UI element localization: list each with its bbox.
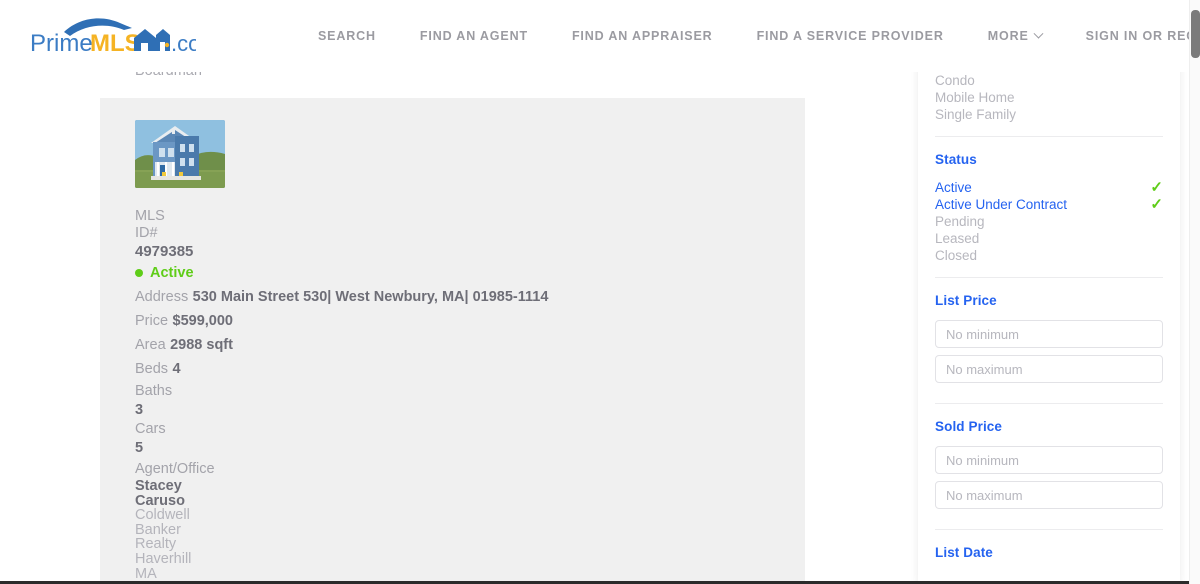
status-label: Active (150, 265, 194, 281)
primemls-logo[interactable]: Prime MLS .com (28, 13, 196, 59)
cars-value: 5 (135, 440, 144, 456)
search-results-column[interactable]: Boardman (100, 72, 805, 584)
nav-item-search[interactable]: SEARCH (296, 23, 398, 49)
main-navigation: SEARCH FIND AN AGENT FIND AN APPRAISER F… (296, 23, 1200, 49)
nav-label: SIGN IN OR REGISTER (1085, 29, 1200, 43)
agent-name-line: Stacey (135, 478, 182, 494)
list-price-heading: List Price (935, 293, 997, 308)
site-header: Prime MLS .com SEARCH FIND AN AGENT FIND… (0, 0, 1200, 72)
mls-id-field: MLS ID# 4979385 (135, 208, 770, 262)
nav-label: SEARCH (318, 29, 376, 43)
vertical-scrollbar-thumb[interactable] (1191, 10, 1200, 58)
area-value: 2988 sqft (170, 337, 233, 353)
mls-label-line-1: MLS (135, 208, 165, 224)
filter-option-single-family[interactable]: Single Family (935, 106, 1163, 123)
filter-option-label: Active (935, 180, 972, 195)
address-field: Address 530 Main Street 530| West Newbur… (135, 287, 770, 307)
listing-thumbnail[interactable] (135, 120, 225, 188)
agent-office-field: Agent/Office Stacey Caruso Coldwell Bank… (135, 460, 770, 581)
nav-label: FIND AN AGENT (419, 29, 528, 43)
sold-price-max-input[interactable] (935, 481, 1163, 509)
svg-text:MLS: MLS (90, 30, 141, 57)
price-label: Price (135, 313, 169, 329)
mls-id-value: 4979385 (135, 243, 194, 260)
list-date-heading: List Date (935, 545, 993, 560)
svg-text:.com: .com (171, 31, 196, 56)
cars-field: Cars 5 (135, 420, 770, 458)
office-name-line: MA (135, 565, 157, 582)
nav-label: FIND AN APPRAISER (571, 29, 713, 43)
filter-option-label: Active Under Contract (935, 197, 1068, 212)
beds-value: 4 (172, 361, 181, 377)
filter-option-label: Single Family (935, 107, 1017, 122)
baths-value: 3 (135, 402, 144, 418)
nav-item-more[interactable]: MORE (966, 23, 1064, 49)
baths-label: Baths (135, 383, 173, 399)
divider (935, 529, 1163, 530)
filter-option-label: Leased (935, 231, 980, 246)
divider (935, 403, 1163, 404)
filter-option-closed[interactable]: Closed (935, 247, 1163, 264)
sold-price-heading: Sold Price (935, 419, 1003, 434)
status-badge: Active (135, 262, 770, 284)
filters-scroll-area[interactable]: Property Type Condo Mobile Home Single F… (935, 56, 1163, 560)
vertical-scrollbar[interactable] (1189, 0, 1200, 584)
nav-item-find-an-agent[interactable]: FIND AN AGENT (398, 23, 550, 49)
chevron-down-icon (1033, 28, 1044, 39)
address-value: 530 Main Street 530| West Newbury, MA| 0… (192, 289, 549, 305)
agent-name-line: Caruso (135, 492, 185, 509)
filter-option-active-under-contract[interactable]: Active Under Contract ✓ (935, 196, 1163, 213)
area-label: Area (135, 337, 166, 353)
divider (935, 277, 1163, 278)
filter-option-leased[interactable]: Leased (935, 230, 1163, 247)
filter-option-condo[interactable]: Condo (935, 72, 1163, 89)
baths-field: Baths 3 (135, 382, 770, 420)
price-field: Price $599,000 (135, 311, 770, 331)
mls-label-line-2: ID# (135, 224, 158, 241)
list-price-min-input[interactable] (935, 320, 1163, 348)
search-filters-panel[interactable]: Property Type Condo Mobile Home Single F… (918, 56, 1180, 584)
office-name-line: Haverhill (135, 550, 192, 567)
nav-label: FIND A SERVICE PROVIDER (756, 29, 944, 43)
beds-label: Beds (135, 361, 169, 377)
filter-option-label: Closed (935, 248, 978, 263)
svg-text:Prime: Prime (30, 30, 93, 57)
check-icon: ✓ (1150, 196, 1163, 213)
status-heading: Status (935, 152, 977, 167)
status-dot-icon (135, 269, 143, 277)
filter-option-active[interactable]: Active ✓ (935, 179, 1163, 196)
cars-label: Cars (135, 421, 166, 437)
list-price-max-input[interactable] (935, 355, 1163, 383)
sold-price-min-input[interactable] (935, 446, 1163, 474)
nav-item-sign-in-or-register[interactable]: SIGN IN OR REGISTER (1064, 23, 1200, 49)
address-label: Address (135, 289, 189, 305)
area-field: Area 2988 sqft (135, 335, 770, 355)
beds-field: Beds 4 (135, 359, 770, 379)
price-value: $599,000 (172, 313, 233, 329)
agent-office-label: Agent/Office (135, 461, 215, 477)
check-icon: ✓ (1150, 179, 1163, 196)
filter-option-label: Mobile Home (935, 90, 1015, 105)
nav-item-find-a-service-provider[interactable]: FIND A SERVICE PROVIDER (735, 23, 966, 49)
filter-option-pending[interactable]: Pending (935, 213, 1163, 230)
office-name-line: Realty (135, 536, 177, 553)
filter-option-label: Pending (935, 214, 985, 229)
nav-label: MORE (987, 29, 1029, 43)
office-name-line: Coldwell (135, 507, 190, 524)
previous-listing-office-text: Boardman (135, 72, 805, 79)
divider (935, 136, 1163, 137)
previous-listing-card-clipped[interactable]: Boardman (100, 72, 805, 98)
nav-item-find-an-appraiser[interactable]: FIND AN APPRAISER (550, 23, 735, 49)
listing-card[interactable]: MLS ID# 4979385 Active Address 530 Main … (100, 98, 805, 584)
office-name-line: Banker (135, 521, 181, 538)
filter-option-label: Condo (935, 73, 975, 88)
filter-option-mobile-home[interactable]: Mobile Home (935, 89, 1163, 106)
